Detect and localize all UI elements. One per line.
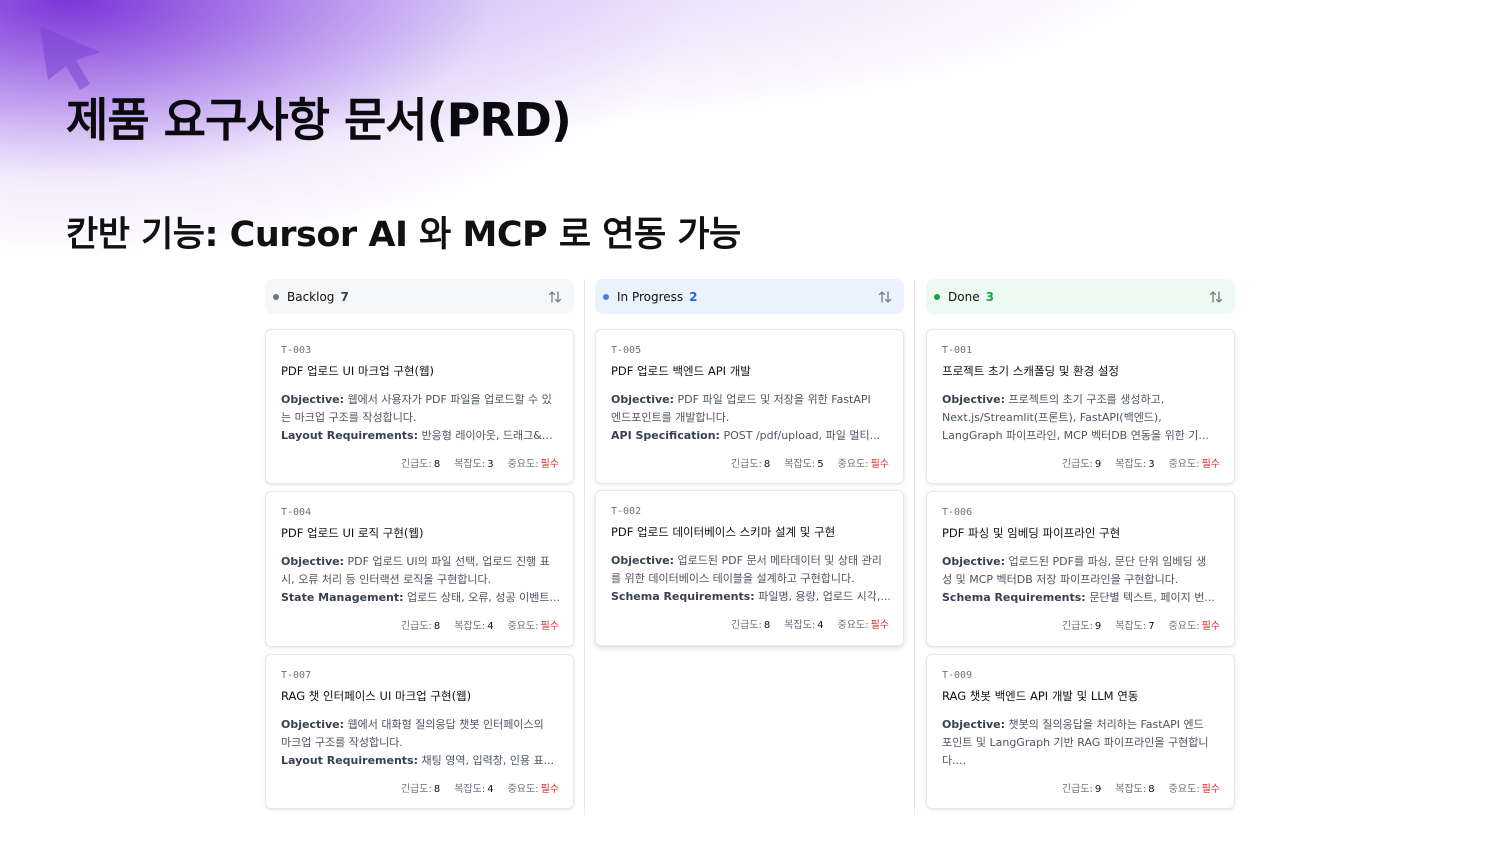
task-description: Objective: 업로드된 PDF 문서 메타데이터 및 상태 관리 를 위… xyxy=(611,554,891,603)
task-card[interactable]: T-006 PDF 파싱 및 임베딩 파이프라인 구현 Objective: 업… xyxy=(926,491,1235,647)
task-card[interactable]: T-005 PDF 업로드 백엔드 API 개발 Objective: PDF … xyxy=(595,329,904,484)
page-subtitle: 칸반 기능: Cursor AI 와 MCP 로 연동 가능 xyxy=(66,215,741,255)
task-description: Objective: 웹에서 대화형 질의응답 챗봇 인터페이스의 마크업 구조… xyxy=(281,718,555,767)
task-card[interactable]: T-001 프로젝트 초기 스캐폴딩 및 환경 설정 Objective: 프로… xyxy=(926,329,1235,484)
task-card[interactable]: T-002 PDF 업로드 데이터베이스 스키마 설계 및 구현 Objecti… xyxy=(595,490,904,646)
task-title: PDF 업로드 데이터베이스 스키마 설계 및 구현 xyxy=(611,525,836,539)
task-description: Objective: 프로젝트의 초기 구조를 생성하고, Next.js/St… xyxy=(942,393,1209,442)
column-header-in-progress[interactable]: In Progress 2 xyxy=(595,279,904,314)
column-title: Done xyxy=(948,289,980,304)
column-title: Backlog xyxy=(287,289,335,304)
column-in-progress: In Progress 2 T-005 PDF 업로드 백엔드 API 개발 O… xyxy=(595,279,904,646)
task-title: PDF 업로드 UI 마크업 구현(웹) xyxy=(281,364,435,378)
task-description: Objective: 웹에서 사용자가 PDF 파일을 업로드할 수 있 는 마… xyxy=(281,393,561,442)
sort-icon[interactable] xyxy=(1209,290,1223,304)
task-title: RAG 챗 인터페이스 UI 마크업 구현(웹) xyxy=(281,689,472,703)
task-title: 프로젝트 초기 스캐폴딩 및 환경 설정 xyxy=(942,364,1119,378)
task-card[interactable]: T-009 RAG 챗봇 백엔드 API 개발 및 LLM 연동 Objecti… xyxy=(926,654,1235,809)
task-id: T-004 xyxy=(281,507,312,518)
task-id: T-001 xyxy=(942,345,973,356)
sort-icon[interactable] xyxy=(548,290,562,304)
column-count: 7 xyxy=(340,289,349,304)
column-count: 3 xyxy=(985,289,994,304)
column-count: 2 xyxy=(689,289,698,304)
column-header-done[interactable]: Done 3 xyxy=(926,279,1235,314)
kanban-board: Backlog 7 T-003 PDF 업로드 UI 마크업 구현(웹) Obj… xyxy=(265,279,1235,819)
task-metrics: 긴급도: 9 복잡도: 8 중요도: 필수 xyxy=(1061,784,1220,795)
task-title: RAG 챗봇 백엔드 API 개발 및 LLM 연동 xyxy=(942,689,1139,703)
task-metrics: 긴급도: 8 복잡도: 4 중요도: 필수 xyxy=(400,784,559,795)
column-divider xyxy=(914,279,915,815)
task-id: T-006 xyxy=(942,507,973,518)
status-dot-icon xyxy=(603,293,609,300)
task-metrics: 긴급도: 9 복잡도: 7 중요도: 필수 xyxy=(1061,621,1220,632)
task-card[interactable]: T-003 PDF 업로드 UI 마크업 구현(웹) Objective: 웹에… xyxy=(265,329,574,484)
task-description: Objective: PDF 파일 업로드 및 저장을 위한 FastAPI 엔… xyxy=(611,393,881,442)
task-id: T-007 xyxy=(281,670,312,681)
task-metrics: 긴급도: 8 복잡도: 3 중요도: 필수 xyxy=(400,459,559,470)
status-dot-icon xyxy=(273,293,279,300)
status-dot-icon xyxy=(934,293,940,300)
column-title: In Progress xyxy=(617,289,684,304)
column-done: Done 3 T-001 프로젝트 초기 스캐폴딩 및 환경 설정 Object… xyxy=(926,279,1235,809)
column-divider xyxy=(584,279,585,815)
task-metrics: 긴급도: 8 복잡도: 4 중요도: 필수 xyxy=(730,620,889,631)
column-backlog: Backlog 7 T-003 PDF 업로드 UI 마크업 구현(웹) Obj… xyxy=(265,279,574,809)
task-description: Objective: PDF 업로드 UI의 파일 선택, 업로드 진행 표 시… xyxy=(281,555,560,604)
task-id: T-002 xyxy=(611,506,642,517)
task-card[interactable]: T-004 PDF 업로드 UI 로직 구현(웹) Objective: PDF… xyxy=(265,491,574,647)
task-title: PDF 업로드 UI 로직 구현(웹) xyxy=(281,526,424,540)
task-title: PDF 파싱 및 임베딩 파이프라인 구현 xyxy=(942,526,1121,540)
task-metrics: 긴급도: 8 복잡도: 4 중요도: 필수 xyxy=(400,621,559,632)
task-title: PDF 업로드 백엔드 API 개발 xyxy=(611,364,751,378)
sort-icon[interactable] xyxy=(878,290,892,304)
column-header-backlog[interactable]: Backlog 7 xyxy=(265,279,574,314)
task-id: T-009 xyxy=(942,670,973,681)
task-description: Objective: 업로드된 PDF를 파싱, 문단 단위 임베딩 생 성 및… xyxy=(942,555,1215,604)
task-id: T-003 xyxy=(281,345,312,356)
task-id: T-005 xyxy=(611,345,642,356)
task-description: Objective: 챗봇의 질의응답을 처리하는 FastAPI 엔드 포인트… xyxy=(942,718,1209,767)
task-metrics: 긴급도: 8 복잡도: 5 중요도: 필수 xyxy=(730,459,889,470)
task-metrics: 긴급도: 9 복잡도: 3 중요도: 필수 xyxy=(1061,459,1220,470)
page-title: 제품 요구사항 문서(PRD) xyxy=(66,93,572,147)
task-card[interactable]: T-007 RAG 챗 인터페이스 UI 마크업 구현(웹) Objective… xyxy=(265,654,574,809)
